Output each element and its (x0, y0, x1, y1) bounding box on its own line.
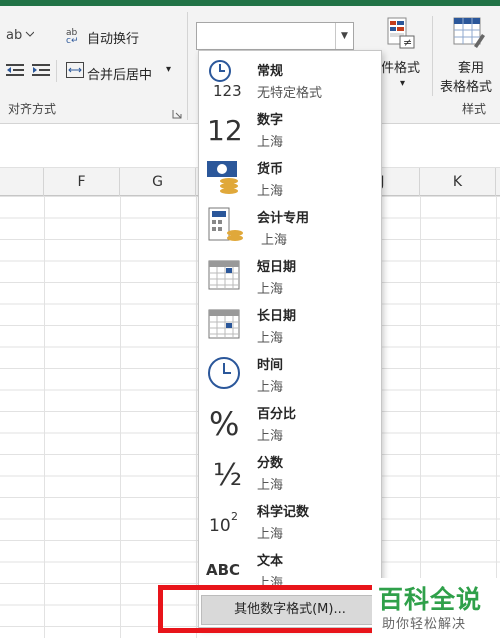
table-format-label-line1[interactable]: 套用 (458, 57, 484, 76)
format-name: 分数 (257, 456, 284, 471)
clock-123-icon: 123 (205, 60, 245, 99)
format-name: 百分比 (257, 407, 297, 422)
format-sample: 上海 (257, 331, 284, 346)
svg-text:%: % (209, 405, 239, 442)
number-format-dropdown: 123 常规 无特定格式 12 数字 上海 货币 上海 会计专用 上海 短日期 … (198, 50, 382, 628)
format-item-accounting[interactable]: 会计专用 上海 (199, 201, 381, 250)
svg-text:ABC: ABC (206, 561, 240, 579)
format-sample: 上海 (257, 380, 284, 395)
format-name: 会计专用 (257, 211, 310, 226)
format-name: 数字 (257, 113, 284, 128)
increase-indent-icon[interactable] (32, 62, 50, 82)
svg-text:c↵: c↵ (66, 36, 79, 44)
format-sample: 上海 (261, 233, 288, 248)
grid-column-line (420, 196, 421, 638)
format-name: 短日期 (257, 260, 297, 275)
format-sample: 上海 (257, 184, 284, 199)
format-item-general[interactable]: 123 常规 无特定格式 (199, 54, 381, 103)
format-name: 时间 (257, 358, 284, 373)
accounting-icon (205, 207, 245, 245)
orientation-icon[interactable]: ab (6, 26, 35, 46)
number-format-combobox[interactable]: ▼ (196, 22, 354, 50)
decrease-indent-icon[interactable] (6, 62, 24, 82)
format-sample: 上海 (257, 135, 284, 150)
conditional-format-icon: ≠ (386, 16, 416, 54)
styles-group-label: 样式 (462, 102, 487, 116)
watermark: 百科全说 助你轻松解决 (372, 578, 500, 638)
svg-text:2: 2 (231, 510, 238, 523)
svg-text:≠: ≠ (403, 36, 412, 49)
short-date-icon (205, 256, 245, 294)
format-sample: 上海 (257, 527, 284, 542)
format-sample: 无特定格式 (257, 86, 323, 101)
grid-column-line (120, 196, 121, 638)
format-name: 科学记数 (257, 505, 310, 520)
watermark-title: 百科全说 (378, 585, 483, 614)
format-sample: 上海 (257, 429, 284, 444)
text-abc-icon: ABC (205, 550, 245, 588)
column-header-f[interactable]: F (44, 168, 120, 196)
number-format-dropdown-arrow-icon[interactable]: ▼ (335, 23, 353, 49)
ribbon-separator (56, 60, 57, 82)
clock-icon (205, 354, 245, 392)
table-format-icon (452, 16, 486, 54)
format-sample: 上海 (257, 282, 284, 297)
number-12-icon: 12 (205, 109, 245, 147)
grid-column-line (496, 196, 497, 638)
grid-column-line (44, 196, 45, 638)
svg-text:½: ½ (213, 458, 242, 491)
merge-center-button[interactable]: 合并后居中 (87, 64, 152, 83)
merge-center-icon (66, 62, 84, 82)
format-item-long-date[interactable]: 长日期 上海 (199, 299, 381, 348)
column-header-blank[interactable] (0, 168, 44, 196)
alignment-group-label: 对齐方式 (8, 102, 57, 116)
format-item-scientific[interactable]: 10 2 科学记数 上海 (199, 495, 381, 544)
svg-text:123: 123 (213, 82, 242, 99)
format-item-number[interactable]: 12 数字 上海 (199, 103, 381, 152)
format-name: 常规 (257, 64, 284, 79)
long-date-icon (205, 305, 245, 343)
column-header-g[interactable]: G (120, 168, 196, 196)
format-name: 货币 (257, 162, 284, 177)
format-item-currency[interactable]: 货币 上海 (199, 152, 381, 201)
format-name: 文本 (257, 554, 284, 569)
ribbon-separator (187, 12, 188, 120)
format-item-time[interactable]: 时间 上海 (199, 348, 381, 397)
fraction-icon: ½ (205, 452, 245, 491)
merge-dropdown-chevron-icon[interactable]: ▾ (166, 64, 171, 75)
column-header-k[interactable]: K (420, 168, 496, 196)
svg-text:12: 12 (207, 114, 243, 147)
svg-text:10: 10 (209, 516, 231, 536)
wrap-text-button[interactable]: 自动换行 (87, 28, 139, 47)
ribbon-separator (432, 16, 433, 96)
conditional-format-chevron-icon[interactable]: ▾ (400, 78, 405, 89)
wrap-text-icon: ab c↵ (66, 26, 84, 48)
dialog-launcher-icon[interactable] (172, 104, 182, 123)
table-format-label-line2[interactable]: 表格格式 (440, 76, 492, 95)
format-item-percentage[interactable]: % 百分比 上海 (199, 397, 381, 446)
svg-text:ab: ab (6, 28, 22, 42)
format-item-short-date[interactable]: 短日期 上海 (199, 250, 381, 299)
scientific-icon: 10 2 (205, 501, 245, 539)
grid-column-line (196, 196, 197, 638)
format-name: 长日期 (257, 309, 297, 324)
currency-icon (205, 158, 245, 196)
format-sample: 上海 (257, 478, 284, 493)
watermark-subtitle: 助你轻松解决 (382, 617, 467, 632)
format-item-fraction[interactable]: ½ 分数 上海 (199, 446, 381, 495)
percent-icon: % (205, 403, 245, 442)
